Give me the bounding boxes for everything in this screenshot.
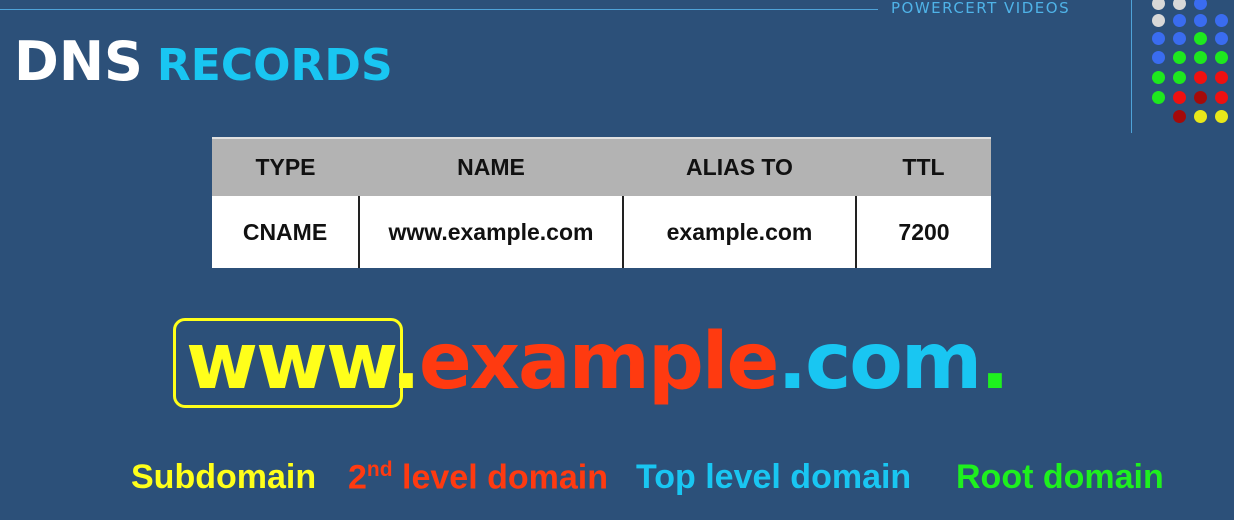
decorative-dot bbox=[1194, 14, 1207, 27]
decorative-dot bbox=[1173, 51, 1186, 64]
legend-second-level-number: 2 bbox=[348, 458, 367, 497]
decorative-dot bbox=[1173, 14, 1186, 27]
decorative-dot bbox=[1194, 32, 1207, 45]
legend-second-level-text: level domain bbox=[392, 458, 608, 497]
column-header-type: TYPE bbox=[212, 137, 359, 196]
decorative-dot bbox=[1194, 91, 1207, 104]
decorative-dot bbox=[1173, 0, 1186, 10]
decorative-dot bbox=[1152, 32, 1165, 45]
legend-second-level: 2nd level domain bbox=[348, 458, 608, 497]
legend-subdomain: Subdomain bbox=[131, 458, 317, 496]
domain-subdomain: www. bbox=[186, 317, 421, 407]
decorative-dot bbox=[1194, 0, 1207, 10]
table-header-row: TYPE NAME ALIAS TO TTL bbox=[212, 137, 991, 196]
decorative-dot bbox=[1215, 32, 1228, 45]
dns-records-table: TYPE NAME ALIAS TO TTL CNAME www.example… bbox=[212, 137, 991, 268]
legend-top-level: Top level domain bbox=[636, 458, 912, 496]
column-header-ttl: TTL bbox=[856, 137, 991, 196]
cell-type: CNAME bbox=[212, 196, 359, 268]
decorative-dot bbox=[1215, 110, 1228, 123]
domain-root: . bbox=[980, 317, 1010, 407]
decorative-dot bbox=[1194, 110, 1207, 123]
column-header-alias: ALIAS TO bbox=[623, 137, 856, 196]
decorative-dot bbox=[1194, 51, 1207, 64]
decorative-dot bbox=[1152, 14, 1165, 27]
decorative-dot bbox=[1215, 51, 1228, 64]
title-dns: DNS bbox=[14, 30, 143, 93]
cell-name: www.example.com bbox=[358, 196, 623, 268]
title-records: RECORDS bbox=[156, 40, 393, 91]
legend-root: Root domain bbox=[956, 458, 1164, 496]
domain-top-level: .com bbox=[777, 317, 982, 407]
domain-second-level: example bbox=[418, 317, 780, 407]
decorative-dot bbox=[1215, 91, 1228, 104]
decorative-dot bbox=[1173, 110, 1186, 123]
table-row: CNAME www.example.com example.com 7200 bbox=[212, 196, 991, 268]
decorative-dot bbox=[1173, 32, 1186, 45]
domain-breakdown: www.example.com. bbox=[186, 317, 1010, 407]
decorative-dot bbox=[1194, 71, 1207, 84]
decorative-dot bbox=[1152, 91, 1165, 104]
decorative-dot bbox=[1215, 14, 1228, 27]
column-header-name: NAME bbox=[359, 137, 623, 196]
decorative-dot bbox=[1152, 51, 1165, 64]
decorative-dot bbox=[1215, 71, 1228, 84]
decorative-dot bbox=[1173, 71, 1186, 84]
decorative-dot bbox=[1152, 0, 1165, 10]
cell-ttl: 7200 bbox=[855, 196, 991, 268]
cell-alias: example.com bbox=[622, 196, 856, 268]
decorative-dot bbox=[1173, 91, 1186, 104]
decorative-dot bbox=[1152, 71, 1165, 84]
page-title: DNS RECORDS bbox=[14, 30, 393, 93]
legend-second-level-ordinal: nd bbox=[366, 458, 393, 481]
